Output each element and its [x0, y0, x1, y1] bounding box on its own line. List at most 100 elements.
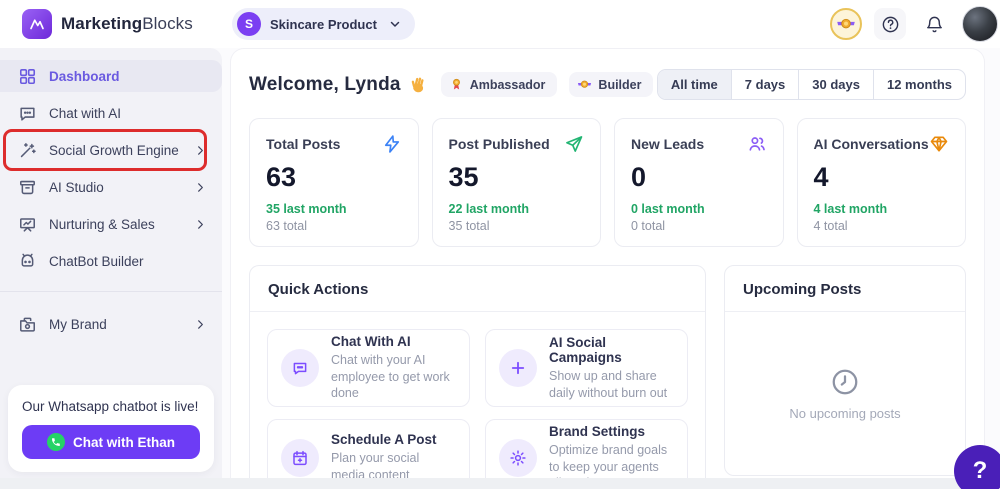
stat-total: 35 total	[448, 219, 490, 233]
brand-name: MarketingBlocks	[61, 14, 193, 34]
plus-icon	[499, 349, 537, 387]
sidebar-item-my-brand[interactable]: My Brand	[0, 308, 222, 340]
brand-name-light: Blocks	[142, 14, 193, 33]
bottom-strip	[0, 478, 1000, 489]
quick-actions-panel: Quick Actions Chat With AI Chat with you…	[249, 265, 706, 478]
chevron-right-icon	[195, 182, 206, 193]
dashboard-grid-icon	[18, 67, 37, 86]
topbar: MarketingBlocks S Skincare Product	[0, 0, 1000, 48]
sidebar-item-label: Dashboard	[49, 68, 120, 84]
stat-value: 4	[813, 162, 829, 192]
action-title: Brand Settings	[549, 423, 646, 439]
winged-medal-icon	[577, 77, 592, 92]
whatsapp-promo-text: Our Whatsapp chatbot is live!	[22, 399, 199, 414]
main-content: Welcome, Lynda Ambassador Builder All ti…	[230, 48, 985, 478]
stat-value: 63	[266, 162, 297, 192]
chevron-down-icon	[389, 18, 401, 30]
workspace-avatar: S	[237, 12, 261, 36]
badge-ambassador: Ambassador	[440, 72, 558, 97]
topbar-actions	[830, 6, 1000, 42]
main-header: Welcome, Lynda Ambassador Builder All ti…	[249, 69, 966, 100]
sidebar-item-chatbot-builder[interactable]: ChatBot Builder	[0, 245, 222, 277]
workspace-selector[interactable]: S Skincare Product	[232, 8, 415, 40]
action-brand-settings[interactable]: Brand Settings Optimize brand goals to k…	[485, 419, 688, 478]
stat-last-month: 4 last month	[813, 202, 888, 216]
sidebar-item-ai-studio[interactable]: AI Studio	[0, 171, 222, 203]
action-description: Plan your social media content	[331, 451, 420, 478]
notifications-button[interactable]	[918, 8, 950, 40]
user-avatar[interactable]	[962, 6, 998, 42]
chat-dots-icon	[281, 349, 319, 387]
filter-7-days[interactable]: 7 days	[730, 70, 798, 99]
chat-bubble-icon	[18, 104, 37, 123]
quick-actions-grid: Chat With AI Chat with your AI employee …	[250, 312, 705, 478]
action-description: Show up and share daily without burn out	[549, 368, 668, 400]
page-title: Welcome, Lynda	[249, 74, 429, 96]
sidebar-item-label: Social Growth Engine	[49, 142, 179, 158]
empty-state-text: No upcoming posts	[789, 405, 901, 421]
clock-icon	[830, 367, 860, 397]
sidebar-item-dashboard[interactable]: Dashboard	[0, 60, 222, 92]
sidebar-divider	[0, 291, 222, 292]
calendar-plus-icon	[281, 439, 319, 477]
support-chat-widget[interactable]: ?	[954, 445, 1000, 489]
stat-card-ai-conversations: AI Conversations 4 4 last month 4 total	[796, 118, 966, 247]
support-chat-label: ?	[972, 457, 988, 484]
bell-icon	[925, 15, 944, 34]
stat-label: Total Posts	[266, 136, 341, 152]
sidebar-item-nurturing-sales[interactable]: Nurturing & Sales	[0, 208, 222, 240]
brand-folder-icon	[18, 315, 37, 334]
sidebar-item-label: ChatBot Builder	[49, 253, 144, 269]
stat-card-new-leads: New Leads 0 0 last month 0 total	[614, 118, 784, 247]
badge-builder: Builder	[569, 72, 654, 97]
sidebar-item-social-growth-engine[interactable]: Social Growth Engine	[0, 129, 222, 171]
presentation-chart-icon	[18, 215, 37, 234]
quick-actions-title: Quick Actions	[250, 266, 705, 312]
chevron-right-icon	[195, 145, 206, 156]
sidebar: Dashboard Chat with AI Social Growth Eng…	[0, 48, 222, 478]
gem-icon	[929, 134, 949, 154]
rewards-button[interactable]	[830, 8, 862, 40]
stat-last-month: 0 last month	[631, 202, 705, 216]
archive-box-icon	[18, 178, 37, 197]
filter-all-time[interactable]: All time	[657, 70, 731, 99]
chat-with-ethan-button[interactable]: Chat with Ethan	[22, 425, 200, 459]
badge-label: Builder	[598, 77, 642, 92]
sidebar-item-label: Chat with AI	[49, 105, 122, 121]
page-body: Dashboard Chat with AI Social Growth Eng…	[0, 48, 1000, 478]
action-chat-with-ai[interactable]: Chat With AI Chat with your AI employee …	[267, 329, 470, 407]
action-description: Chat with your AI employee to get work d…	[331, 352, 450, 401]
question-circle-icon	[881, 15, 900, 34]
filter-12-months[interactable]: 12 months	[872, 70, 965, 99]
stat-value: 35	[448, 162, 479, 192]
stat-total: 0 total	[631, 219, 666, 233]
gear-icon	[499, 439, 537, 477]
action-description: Optimize brand goals to keep your agents…	[549, 442, 668, 478]
upcoming-posts-empty-state: No upcoming posts	[725, 312, 965, 475]
badge-label: Ambassador	[469, 77, 546, 92]
chevron-right-icon	[195, 319, 206, 330]
marketingblocks-logo-icon	[22, 9, 52, 39]
stat-label: New Leads	[631, 136, 705, 152]
whatsapp-icon	[47, 433, 65, 451]
stat-label: Post Published	[448, 136, 550, 152]
rosette-medal-icon	[449, 77, 464, 92]
workspace-name: Skincare Product	[270, 16, 377, 32]
app-window: MarketingBlocks S Skincare Product Dashb…	[0, 0, 1000, 489]
chat-with-ethan-label: Chat with Ethan	[73, 434, 175, 450]
stat-last-month: 35 last month	[266, 202, 347, 216]
stat-last-month: 22 last month	[448, 202, 530, 216]
filter-30-days[interactable]: 30 days	[798, 70, 873, 99]
lower-panels: Quick Actions Chat With AI Chat with you…	[249, 265, 966, 478]
action-schedule-a-post[interactable]: Schedule A Post Plan your social media c…	[267, 419, 470, 478]
upcoming-posts-panel: Upcoming Posts No upcoming posts	[724, 265, 966, 476]
wave-hand-icon	[407, 72, 431, 96]
sidebar-item-chat-with-ai[interactable]: Chat with AI	[0, 97, 222, 129]
action-ai-social-campaigns[interactable]: AI Social Campaigns Show up and share da…	[485, 329, 688, 407]
help-button[interactable]	[874, 8, 906, 40]
stat-card-total-posts: Total Posts 63 35 last month 63 total	[249, 118, 419, 247]
chevron-right-icon	[195, 219, 206, 230]
brand-name-bold: Marketing	[61, 14, 143, 33]
whatsapp-promo-card: Our Whatsapp chatbot is live! Chat with …	[8, 385, 214, 472]
sidebar-item-label: My Brand	[49, 316, 107, 332]
